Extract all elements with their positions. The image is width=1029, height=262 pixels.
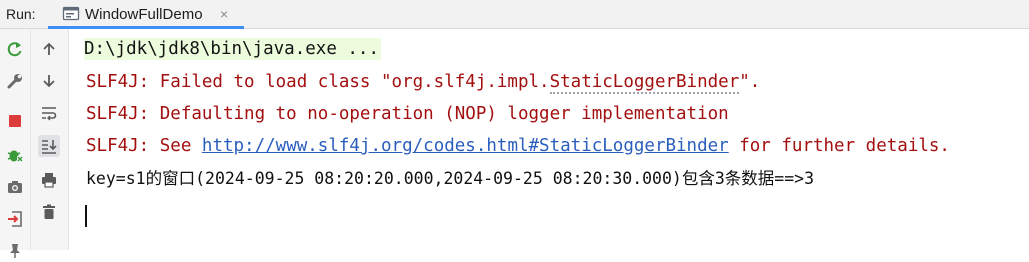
arrow-down-icon[interactable] [38,70,60,92]
console-output[interactable]: D:\jdk\jdk8\bin\java.exe ... SLF4J: Fail… [69,29,1029,250]
close-icon[interactable]: × [220,6,228,22]
run-toolbar-left [0,29,31,258]
text-caret [85,205,87,227]
console-toolbar [31,29,69,250]
error-line-see-link: SLF4J: See http://www.slf4j.org/codes.ht… [86,135,950,157]
error-line-defaulting: SLF4J: Defaulting to no-operation (NOP) … [86,104,729,124]
run-toolwindow-header: Run: WindowFullDemo × [0,0,1029,29]
soft-wrap-icon[interactable] [38,102,60,124]
camera-icon[interactable] [4,176,26,198]
print-icon[interactable] [38,169,60,191]
slf4j-link[interactable]: http://www.slf4j.org/codes.html#StaticLo… [202,136,729,156]
error-line-failed-to-load: SLF4J: Failed to load class "org.slf4j.i… [86,71,761,94]
scroll-to-end-icon[interactable] [38,135,60,157]
pin-icon[interactable] [4,240,26,262]
arrow-up-icon[interactable] [38,38,60,60]
error-text-suffix: ". [739,72,761,92]
wrench-icon[interactable] [4,70,26,92]
tab-windowfulldemo[interactable]: WindowFullDemo × [48,0,244,29]
stop-icon[interactable] [4,110,26,132]
login-icon[interactable] [4,208,26,230]
tab-label: WindowFullDemo [85,6,203,23]
window-output-line: key=s1的窗口(2024-09-25 08:20:20.000,2024-0… [86,169,815,188]
trash-icon[interactable] [38,201,60,223]
run-config-icon [62,5,80,23]
command-line: D:\jdk\jdk8\bin\java.exe ... [84,38,382,60]
rerun-icon[interactable] [4,38,26,60]
run-label: Run: [6,6,36,22]
class-name-text: StaticLoggerBinder [549,72,740,94]
error-text: SLF4J: Failed to load class "org.slf4j.i… [86,72,550,92]
error-text: SLF4J: See [86,136,202,156]
debug-bug-icon[interactable] [4,144,26,166]
error-text-suffix: for further details. [728,136,950,156]
